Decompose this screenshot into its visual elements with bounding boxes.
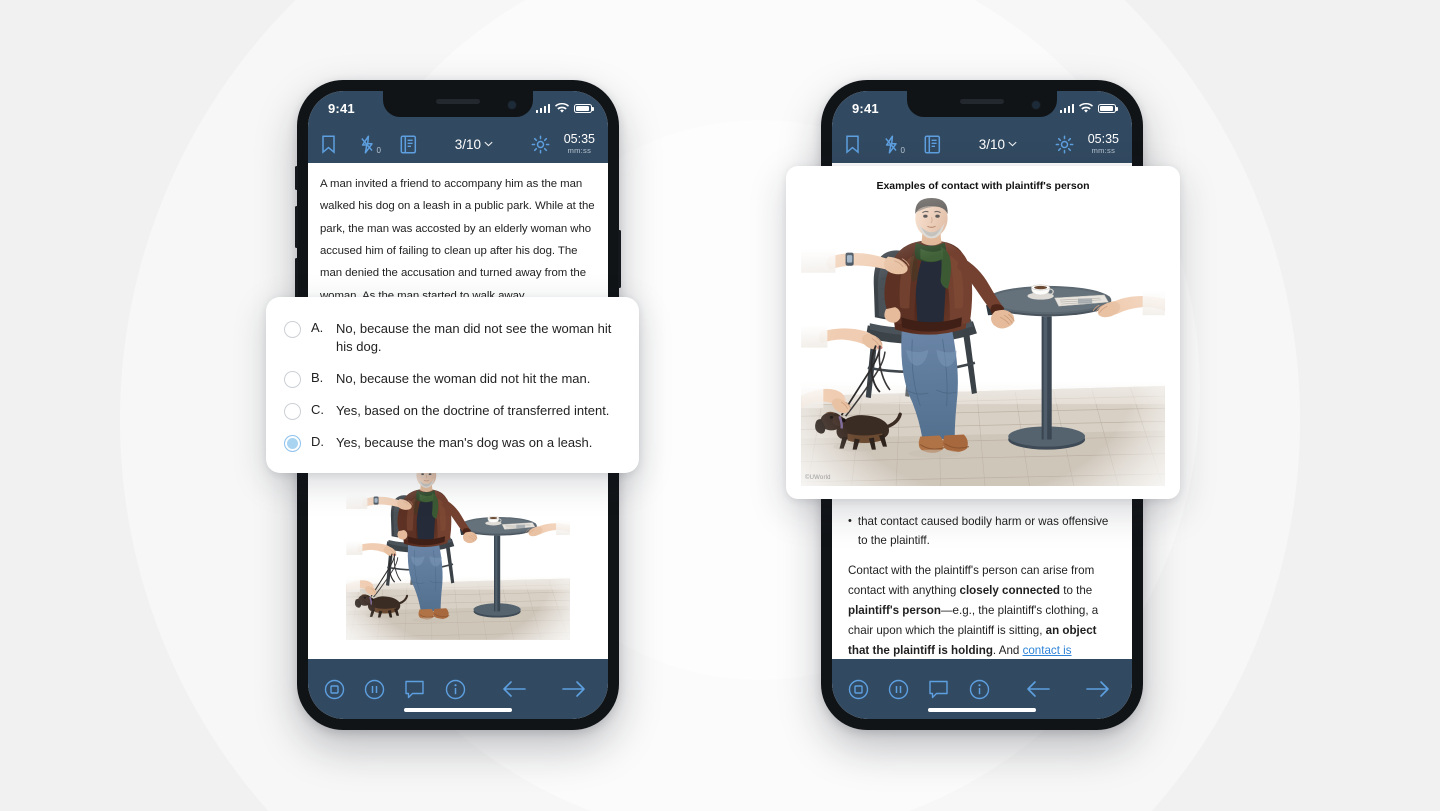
phone-left-volume-up-button[interactable] bbox=[295, 206, 298, 248]
wifi-icon bbox=[1079, 102, 1093, 113]
radio-button-c[interactable] bbox=[284, 402, 301, 420]
question-body: A man invited a friend to accompany him … bbox=[308, 163, 608, 307]
pause-icon[interactable] bbox=[888, 679, 909, 700]
answer-choice-d-text: Yes, because the man's dog was on a leas… bbox=[336, 434, 593, 450]
explanation-p4: . And bbox=[992, 644, 1023, 658]
home-indicator[interactable] bbox=[404, 708, 512, 712]
gear-icon[interactable] bbox=[1055, 135, 1074, 154]
arrow-right-icon[interactable] bbox=[1085, 680, 1110, 698]
timer[interactable]: 05:35 mm:ss bbox=[563, 132, 595, 156]
explanation-b2: plaintiff's person bbox=[848, 603, 941, 617]
bottom-toolbar-navigation bbox=[1026, 680, 1116, 698]
info-icon[interactable] bbox=[969, 679, 990, 700]
answer-choice-c[interactable]: C. Yes, based on the doctrine of transfe… bbox=[284, 395, 621, 427]
timer-value: 05:35 bbox=[563, 132, 595, 146]
answer-choices-card: A. No, because the man did not see the w… bbox=[266, 297, 639, 473]
bottom-toolbar-actions bbox=[324, 679, 466, 700]
notebook-icon[interactable] bbox=[924, 135, 941, 154]
timer-unit: mm:ss bbox=[567, 146, 592, 156]
chevron-down-icon bbox=[484, 141, 493, 147]
explanation-p2: to the bbox=[1060, 583, 1093, 597]
answer-choice-a[interactable]: A. No, because the man did not see the w… bbox=[284, 313, 621, 363]
status-icons bbox=[535, 102, 594, 114]
info-icon[interactable] bbox=[445, 679, 466, 700]
page-indicator[interactable]: 3/10 bbox=[979, 137, 1017, 152]
battery-icon bbox=[574, 103, 594, 113]
flash-count: 0 bbox=[376, 145, 381, 155]
comment-icon[interactable] bbox=[404, 679, 426, 700]
phone-left-power-button[interactable] bbox=[618, 230, 621, 288]
comment-icon[interactable] bbox=[928, 679, 950, 700]
radio-button-b[interactable] bbox=[284, 370, 301, 388]
wifi-icon bbox=[555, 102, 569, 113]
chevron-down-icon bbox=[1008, 141, 1017, 147]
cellular-signal-icon bbox=[535, 103, 550, 113]
stop-icon[interactable] bbox=[324, 679, 345, 700]
phone-left-volume-down-button[interactable] bbox=[295, 258, 298, 300]
flash-icon[interactable]: 0 bbox=[884, 134, 905, 155]
answer-choice-b[interactable]: B. No, because the woman did not hit the… bbox=[284, 363, 621, 395]
phone-left-mute-button[interactable] bbox=[295, 166, 298, 190]
flash-icon[interactable]: 0 bbox=[360, 134, 381, 155]
status-time: 9:41 bbox=[852, 100, 879, 116]
answer-choice-d-letter: D. bbox=[311, 433, 324, 449]
earpiece-speaker bbox=[960, 99, 1004, 104]
pause-icon[interactable] bbox=[364, 679, 385, 700]
phone-left-notch bbox=[383, 91, 533, 117]
bullet-dot-icon: • bbox=[848, 515, 852, 527]
answer-choice-c-text: Yes, based on the doctrine of transferre… bbox=[336, 402, 610, 418]
flash-count: 0 bbox=[900, 145, 905, 155]
figure-image-large[interactable]: ©UWorld bbox=[798, 198, 1168, 486]
question-stem: A man invited a friend to accompany him … bbox=[320, 178, 595, 302]
phone-right-notch bbox=[907, 91, 1057, 117]
top-toolbar: 0 3/10 05:35 mm:ss bbox=[832, 125, 1132, 163]
explanation-bullet-text: that contact caused bodily harm or was o… bbox=[857, 515, 1109, 547]
answer-choice-c-letter: C. bbox=[311, 401, 324, 417]
page-indicator-label: 3/10 bbox=[454, 136, 481, 152]
arrow-left-icon[interactable] bbox=[502, 680, 527, 698]
home-indicator[interactable] bbox=[928, 708, 1036, 712]
answer-choice-a-text: No, because the man did not see the woma… bbox=[336, 321, 612, 354]
notebook-icon[interactable] bbox=[400, 135, 417, 154]
bookmark-icon[interactable] bbox=[845, 134, 860, 154]
explanation-b1: closely connected bbox=[959, 583, 1061, 597]
figure-image-small[interactable] bbox=[320, 463, 596, 643]
answer-choice-b-text: No, because the woman did not hit the ma… bbox=[336, 370, 591, 386]
figure-caption-large: Examples of contact with plaintiff's per… bbox=[876, 180, 1090, 192]
arrow-right-icon[interactable] bbox=[561, 680, 586, 698]
answer-choice-b-letter: B. bbox=[311, 369, 324, 385]
page-indicator-label: 3/10 bbox=[978, 136, 1005, 152]
top-toolbar: 0 3/10 05:35 mm:ss bbox=[308, 125, 608, 163]
bottom-toolbar-navigation bbox=[502, 680, 592, 698]
page-indicator[interactable]: 3/10 bbox=[455, 137, 493, 152]
figure-watermark: ©UWorld bbox=[805, 475, 831, 481]
bottom-toolbar-actions bbox=[848, 679, 990, 700]
answer-choice-d[interactable]: D. Yes, because the man's dog was on a l… bbox=[284, 427, 621, 459]
radio-button-a[interactable] bbox=[284, 321, 301, 338]
stop-icon[interactable] bbox=[848, 679, 869, 700]
status-time: 9:41 bbox=[328, 100, 355, 116]
cellular-signal-icon bbox=[1059, 103, 1074, 113]
arrow-left-icon[interactable] bbox=[1026, 680, 1051, 698]
gear-icon[interactable] bbox=[531, 135, 550, 154]
timer[interactable]: 05:35 mm:ss bbox=[1087, 132, 1119, 156]
timer-value: 05:35 bbox=[1087, 132, 1119, 146]
earpiece-speaker bbox=[436, 99, 480, 104]
explanation-figure-small: Examples of contact with plaintiff's per… bbox=[308, 444, 608, 643]
radio-button-d[interactable] bbox=[284, 434, 301, 452]
figure-overlay-card: Examples of contact with plaintiff's per… bbox=[786, 166, 1180, 499]
front-camera-icon bbox=[1031, 100, 1041, 110]
explanation-bullet: • that contact caused bodily harm or was… bbox=[848, 513, 1116, 551]
status-icons bbox=[1059, 102, 1118, 114]
front-camera-icon bbox=[507, 100, 517, 110]
timer-unit: mm:ss bbox=[1091, 146, 1116, 156]
battery-icon bbox=[1098, 103, 1118, 113]
answer-choice-a-letter: A. bbox=[311, 320, 324, 335]
bookmark-icon[interactable] bbox=[321, 134, 336, 154]
